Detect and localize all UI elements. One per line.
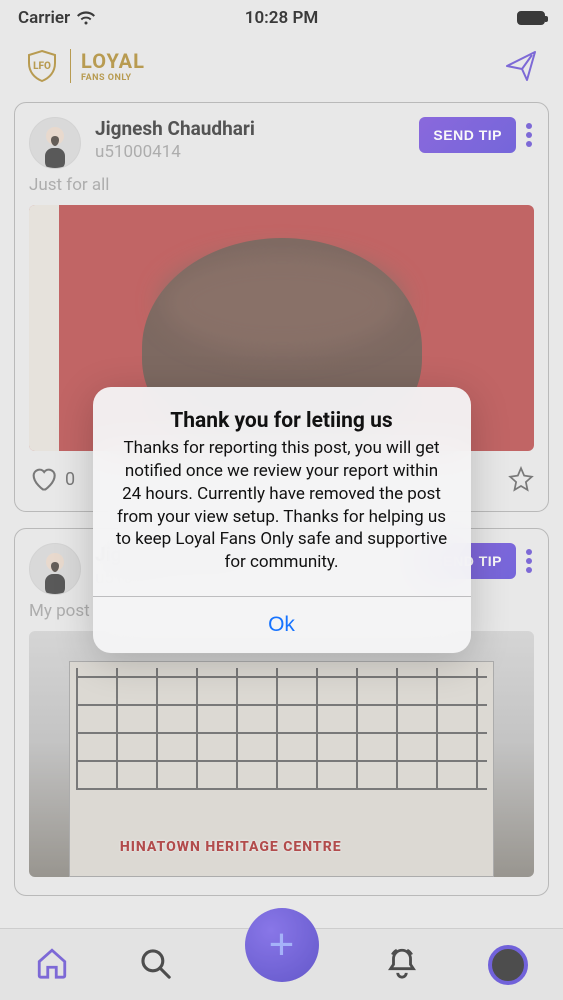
clock: 10:28 PM — [245, 8, 319, 28]
plus-icon: + — [269, 920, 295, 970]
dialog-body: Thanks for reporting this post, you will… — [93, 437, 471, 597]
battery-icon — [517, 11, 545, 25]
post-media[interactable]: HINATOWN HERITAGE CENTRE — [29, 631, 534, 877]
send-icon[interactable] — [503, 48, 539, 84]
svg-text:LFO: LFO — [33, 61, 51, 72]
status-bar: Carrier 10:28 PM — [0, 0, 563, 32]
dialog-title: Thank you for letiing us — [93, 387, 471, 437]
avatar[interactable] — [29, 543, 81, 595]
star-icon[interactable] — [508, 466, 534, 492]
nav-search[interactable] — [138, 946, 172, 984]
status-left: Carrier — [18, 8, 96, 28]
more-options-icon[interactable] — [524, 117, 534, 153]
home-icon — [35, 946, 69, 980]
post-handle: u51000414 — [95, 142, 405, 162]
nav-profile[interactable] — [488, 945, 528, 985]
more-options-icon[interactable] — [524, 543, 534, 579]
send-tip-button[interactable]: SEND TIP — [419, 117, 516, 153]
logo-title: LOYAL — [81, 49, 145, 73]
profile-ring-icon — [488, 945, 528, 985]
carrier-label: Carrier — [18, 8, 70, 28]
dialog-ok-button[interactable]: Ok — [93, 597, 471, 653]
logo-subtitle: FANS ONLY — [81, 73, 145, 83]
wifi-icon — [76, 11, 96, 26]
nav-notifications[interactable] — [385, 946, 419, 984]
shield-icon: LFO — [24, 48, 60, 84]
media-banner-text: HINATOWN HERITAGE CENTRE — [120, 839, 342, 855]
report-confirm-dialog: Thank you for letiing us Thanks for repo… — [93, 387, 471, 654]
nav-home[interactable] — [35, 946, 69, 984]
search-icon — [138, 946, 172, 980]
app-header: LFO LOYAL FANS ONLY — [0, 32, 563, 102]
like-count: 0 — [65, 469, 75, 490]
avatar[interactable] — [29, 117, 81, 169]
create-post-button[interactable]: + — [245, 908, 319, 982]
bell-icon — [385, 946, 419, 980]
post-author[interactable]: Jignesh Chaudhari — [95, 117, 405, 140]
heart-icon[interactable] — [29, 465, 57, 493]
post-caption: Just for all — [29, 175, 534, 195]
logo[interactable]: LFO LOYAL FANS ONLY — [24, 48, 145, 84]
